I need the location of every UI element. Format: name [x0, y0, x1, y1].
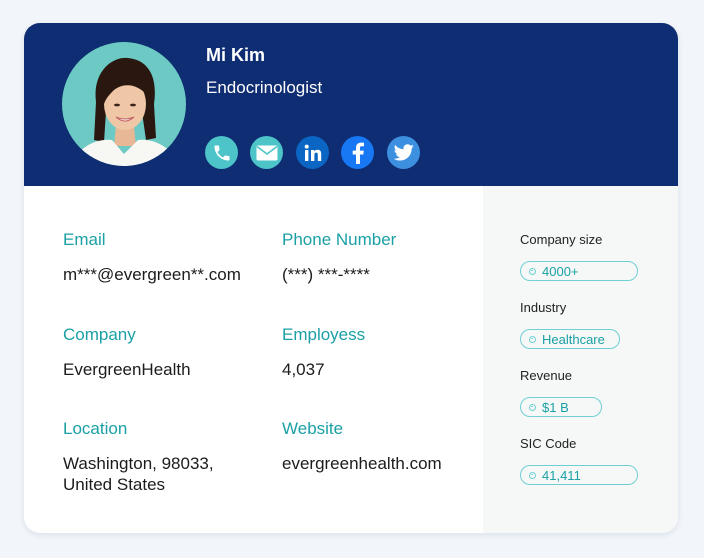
- location-line-2: United States: [63, 475, 166, 494]
- bullet-icon: [529, 267, 536, 275]
- sic-code-label: SIC Code: [520, 436, 577, 451]
- company-value: EvergreenHealth: [63, 360, 191, 379]
- revenue-value: $1 B: [542, 399, 569, 415]
- email-value: m***@evergreen**.com: [63, 265, 241, 284]
- profile-title: Endocrinologist: [206, 78, 323, 97]
- industry-label: Industry: [520, 300, 567, 315]
- profile-name: Mi Kim: [206, 45, 266, 65]
- employees-value: 4,037: [282, 360, 325, 379]
- company-size-pill: 4000+: [520, 261, 638, 281]
- revenue-pill: $1 B: [520, 397, 602, 417]
- company-size-label: Company size: [520, 232, 603, 247]
- industry-pill: Healthcare: [520, 329, 620, 349]
- industry-value: Healthcare: [542, 331, 605, 347]
- email-label: Email: [63, 230, 106, 249]
- phone-value: (***) ***-****: [282, 265, 370, 284]
- company-size-value: 4000+: [542, 263, 579, 279]
- phone-icon[interactable]: [205, 136, 238, 169]
- profile-header: Mi Kim Endocrinologist: [24, 23, 678, 186]
- website-value[interactable]: evergreenhealth.com: [282, 453, 442, 474]
- linkedin-icon[interactable]: [296, 136, 329, 169]
- twitter-icon[interactable]: [387, 136, 420, 169]
- employees-label: Employess: [282, 325, 366, 344]
- revenue-label: Revenue: [520, 368, 573, 383]
- contact-card: Mi Kim Endocrinologist Email m***@evergr…: [24, 23, 678, 533]
- company-label: Company: [63, 325, 136, 344]
- location-line-1: Washington, 98033,: [63, 454, 214, 473]
- sic-code-value: 41,411: [542, 467, 581, 483]
- website-label: Website: [282, 419, 344, 438]
- facebook-icon[interactable]: [341, 136, 374, 169]
- location-label: Location: [63, 419, 128, 438]
- sic-code-pill: 41,411: [520, 465, 638, 485]
- details-panel: Email m***@evergreen**.com Phone Number …: [24, 186, 483, 533]
- bullet-icon: [529, 403, 536, 411]
- bullet-icon: [529, 335, 536, 343]
- avatar: [62, 42, 186, 166]
- company-sidebar: Company size 4000+ Industry Healthcare R…: [483, 186, 678, 533]
- location-value: Washington, 98033, United States: [63, 453, 214, 495]
- bullet-icon: [529, 471, 536, 479]
- phone-label: Phone Number: [282, 230, 397, 249]
- mail-icon[interactable]: [250, 136, 283, 169]
